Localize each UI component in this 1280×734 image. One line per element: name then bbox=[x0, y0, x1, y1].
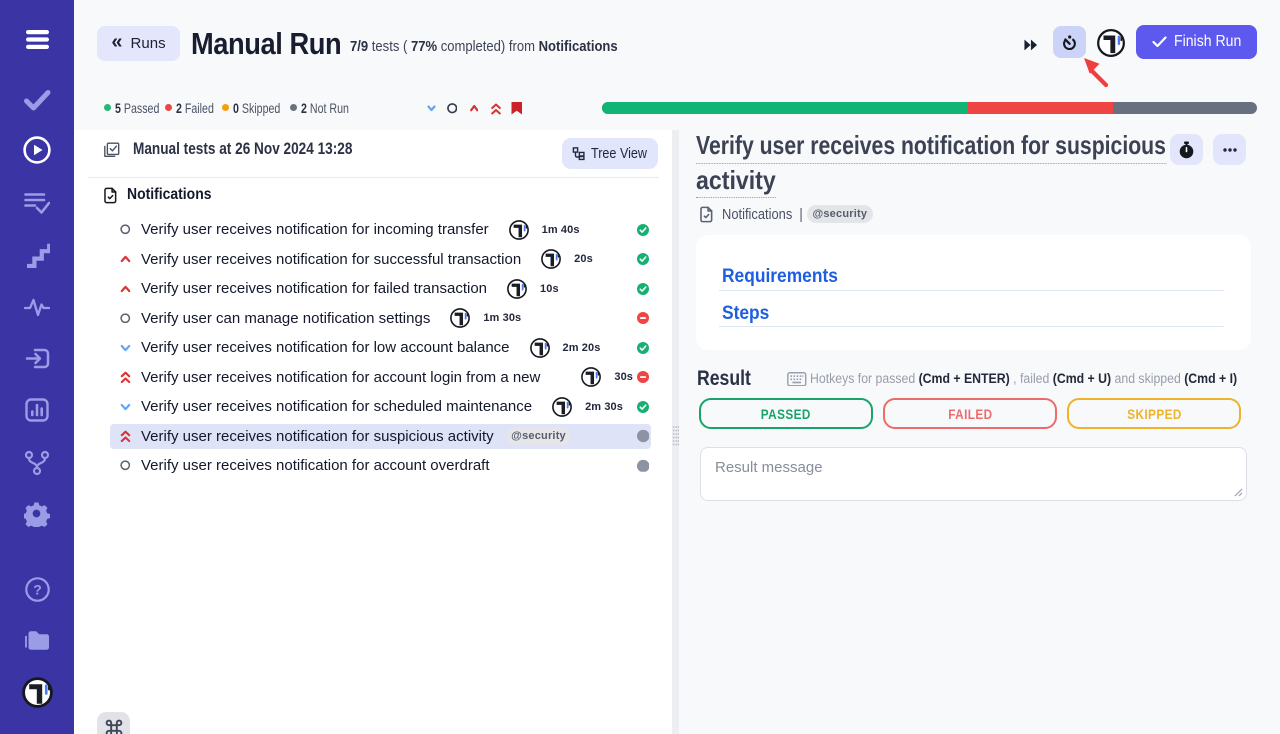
svg-text:?: ? bbox=[33, 582, 42, 598]
